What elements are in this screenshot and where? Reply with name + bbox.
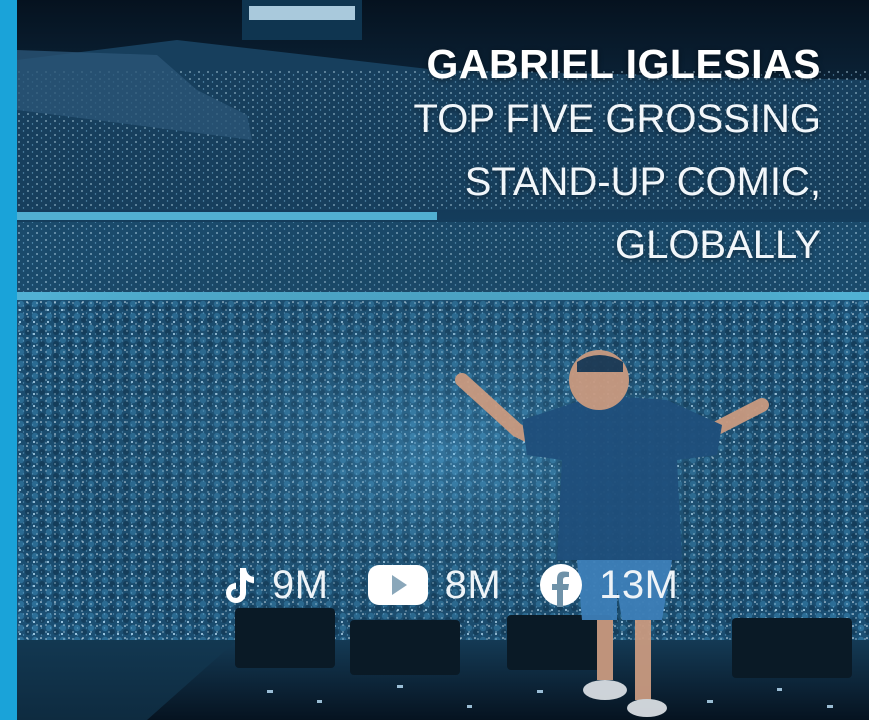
social-stats: 9M 8M 13M (222, 560, 716, 610)
tiktok-count: 9M (272, 562, 329, 607)
youtube-icon (367, 564, 429, 606)
accent-bar (0, 0, 17, 720)
stat-facebook: 13M (539, 563, 678, 608)
stat-tiktok: 9M (222, 563, 329, 608)
promo-card: GABRIEL IGLESIAS TOP FIVE GROSSING STAND… (0, 0, 869, 720)
tiktok-icon (222, 565, 256, 605)
youtube-count: 8M (444, 562, 502, 607)
headline-tagline-line-1: TOP FIVE GROSSING (413, 97, 822, 141)
facebook-count: 13M (599, 562, 679, 607)
headline: GABRIEL IGLESIAS TOP FIVE GROSSING STAND… (414, 40, 822, 277)
stat-youtube: 8M (367, 563, 502, 608)
headline-name: GABRIEL IGLESIAS (426, 41, 821, 87)
facebook-icon (539, 563, 583, 607)
headline-tagline-line-2: STAND-UP COMIC, (464, 160, 821, 204)
headline-tagline-line-3: GLOBALLY (614, 223, 821, 267)
